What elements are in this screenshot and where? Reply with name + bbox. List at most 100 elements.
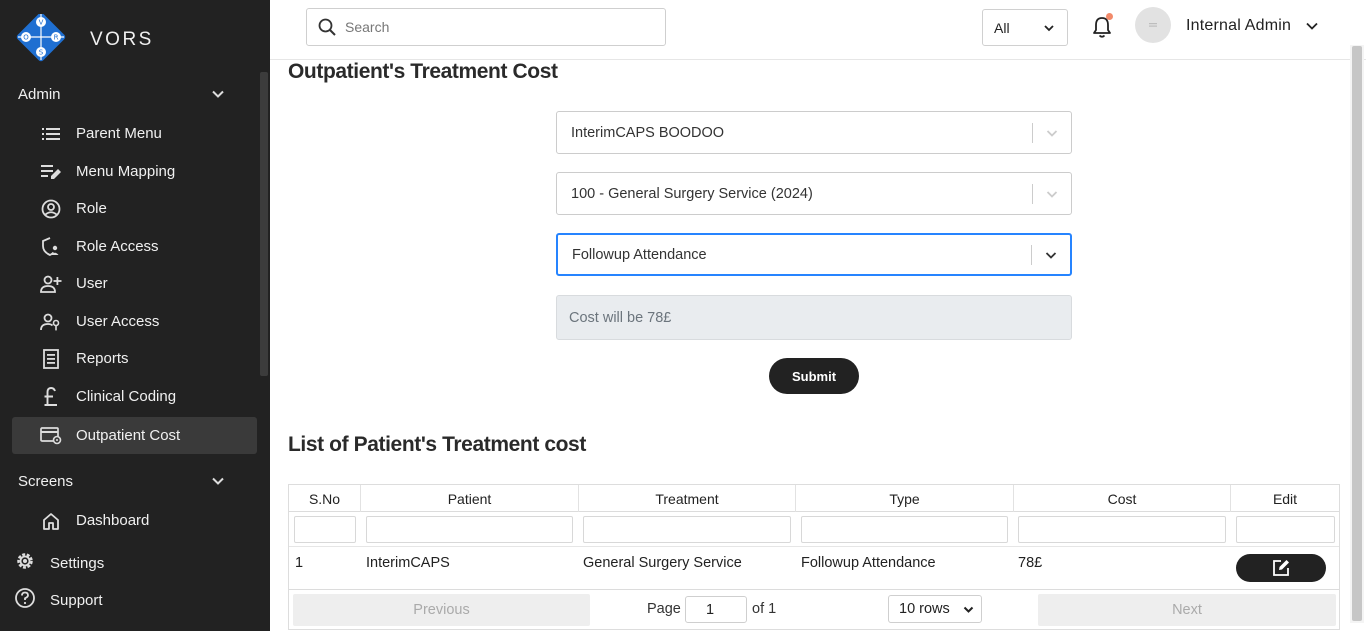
section-admin[interactable]: Admin: [18, 86, 61, 103]
scrollbar-thumb[interactable]: [1352, 46, 1362, 621]
page-label: Page: [647, 601, 681, 617]
sidebar-item-user[interactable]: User: [12, 265, 257, 302]
column-header-cost[interactable]: Cost: [1014, 485, 1231, 512]
sidebar-item-menu-mapping[interactable]: Menu Mapping: [12, 153, 257, 190]
card-settings-icon: [40, 425, 62, 447]
type-select[interactable]: Followup Attendance: [556, 233, 1072, 276]
chevron-down-icon[interactable]: [1033, 187, 1071, 201]
sidebar-item-user-access[interactable]: User Access: [12, 303, 257, 340]
cell-treatment: General Surgery Service: [583, 555, 742, 571]
filter-sno-input[interactable]: [294, 516, 356, 543]
filter-type-input[interactable]: [801, 516, 1008, 543]
column-header-treatment[interactable]: Treatment: [579, 485, 796, 512]
page-number-input[interactable]: 1: [685, 596, 747, 623]
account-circle-icon: [40, 198, 62, 220]
shield-person-icon: [40, 236, 62, 258]
rows-per-page-select[interactable]: 10 rows: [888, 595, 982, 623]
home-icon: [40, 510, 62, 532]
sidebar-item-label: Dashboard: [76, 512, 150, 529]
pagination: Previous Page 1 of 1 10 rows Next: [289, 589, 1339, 631]
sidebar-item-role-access[interactable]: Role Access: [12, 228, 257, 265]
notification-dot: [1106, 13, 1113, 20]
filter-dropdown[interactable]: All: [982, 9, 1068, 46]
treatment-select[interactable]: 100 - General Surgery Service (2024): [556, 172, 1072, 215]
sidebar-item-dashboard[interactable]: Dashboard: [12, 502, 257, 539]
next-button[interactable]: Next: [1038, 594, 1336, 626]
sidebar-item-parent-menu[interactable]: Parent Menu: [12, 115, 257, 152]
filter-patient-input[interactable]: [366, 516, 573, 543]
sidebar-item-label: Clinical Coding: [76, 388, 177, 405]
sidebar-item-outpatient-cost[interactable]: Outpatient Cost: [12, 417, 257, 454]
treatment-select-value: 100 - General Surgery Service (2024): [571, 185, 813, 202]
column-header-patient[interactable]: Patient: [361, 485, 579, 512]
brand-logo[interactable]: V O R S VORS: [15, 14, 151, 62]
sidebar-item-label: Settings: [50, 554, 105, 572]
filter-row: [289, 512, 1339, 547]
edit-icon: [1273, 560, 1289, 576]
sidebar-item-clinical-coding[interactable]: Clinical Coding: [12, 378, 257, 415]
gear-icon: [14, 550, 36, 577]
submit-button[interactable]: Submit: [769, 358, 859, 394]
chevron-down-icon[interactable]: [1305, 19, 1319, 33]
cell-patient: InterimCAPS: [366, 555, 450, 571]
chevron-down-icon[interactable]: [1032, 248, 1070, 262]
rows-per-page-value: 10 rows: [899, 601, 950, 617]
user-name[interactable]: Internal Admin: [1186, 17, 1291, 35]
top-bar: All Internal Admin: [270, 0, 1366, 60]
help-icon: [14, 587, 36, 614]
chevron-down-icon: [963, 606, 974, 613]
sidebar-scrollbar[interactable]: [260, 72, 268, 376]
column-header-edit: Edit: [1272, 490, 1298, 507]
sidebar-item-label: Role: [76, 200, 107, 217]
svg-text:R: R: [54, 34, 59, 42]
svg-text:O: O: [23, 34, 29, 42]
search-box[interactable]: [306, 8, 666, 46]
search-input[interactable]: [345, 19, 645, 35]
table-header: S.No Patient Treatment Type Cost Edit: [289, 485, 1339, 512]
sidebar-item-label: Reports: [76, 350, 129, 367]
sidebar-item-support[interactable]: Support: [14, 585, 103, 615]
filter-value: All: [994, 19, 1010, 36]
report-icon: [40, 348, 62, 370]
column-header-type[interactable]: Type: [796, 485, 1014, 512]
cell-sno: 1: [295, 555, 304, 571]
page-title: Outpatient's Treatment Cost: [288, 60, 558, 83]
edit-button[interactable]: [1236, 554, 1326, 582]
sidebar-item-settings[interactable]: Settings: [14, 548, 104, 578]
chevron-down-icon[interactable]: [1033, 126, 1071, 140]
vors-logo-icon: V O R S: [16, 14, 66, 62]
table-row: 1 InterimCAPS General Surgery Service Fo…: [289, 547, 1339, 589]
type-select-value: Followup Attendance: [572, 246, 707, 263]
section-screens[interactable]: Screens: [18, 473, 73, 490]
filter-cost-input[interactable]: [1018, 516, 1226, 543]
chevron-down-icon[interactable]: [210, 473, 226, 489]
cost-display: Cost will be 78£: [556, 295, 1072, 340]
sidebar-item-label: Parent Menu: [76, 125, 162, 142]
edit-list-icon: [40, 161, 62, 183]
sidebar-item-reports[interactable]: Reports: [12, 340, 257, 377]
sidebar-item-label: Outpatient Cost: [76, 427, 181, 444]
sidebar-item-role[interactable]: Role: [12, 190, 257, 227]
treatment-cost-table: S.No Patient Treatment Type Cost Edit 1 …: [288, 484, 1340, 630]
table-title: List of Patient's Treatment cost: [288, 433, 586, 456]
column-header-sno[interactable]: S.No: [289, 485, 361, 512]
search-icon: [318, 18, 336, 36]
avatar[interactable]: [1135, 7, 1171, 43]
brand-name: VORS: [90, 29, 154, 50]
person-add-icon: [40, 273, 62, 295]
sidebar-item-label: Role Access: [76, 238, 159, 255]
main-scrollbar[interactable]: [1350, 45, 1364, 623]
sidebar-item-label: Menu Mapping: [76, 163, 176, 180]
patient-select[interactable]: InterimCAPS BOODOO: [556, 111, 1072, 154]
previous-button[interactable]: Previous: [293, 594, 590, 626]
cell-cost: 78£: [1018, 555, 1043, 571]
sidebar-item-label: Support: [50, 591, 103, 609]
list-icon: [40, 123, 62, 145]
filter-edit-input[interactable]: [1236, 516, 1335, 543]
person-key-icon: [40, 311, 62, 333]
filter-treatment-input[interactable]: [583, 516, 791, 543]
svg-text:S: S: [39, 49, 44, 57]
page-total: of 1: [752, 601, 777, 617]
chevron-down-icon[interactable]: [210, 86, 226, 102]
sidebar-item-label: User: [76, 275, 108, 292]
